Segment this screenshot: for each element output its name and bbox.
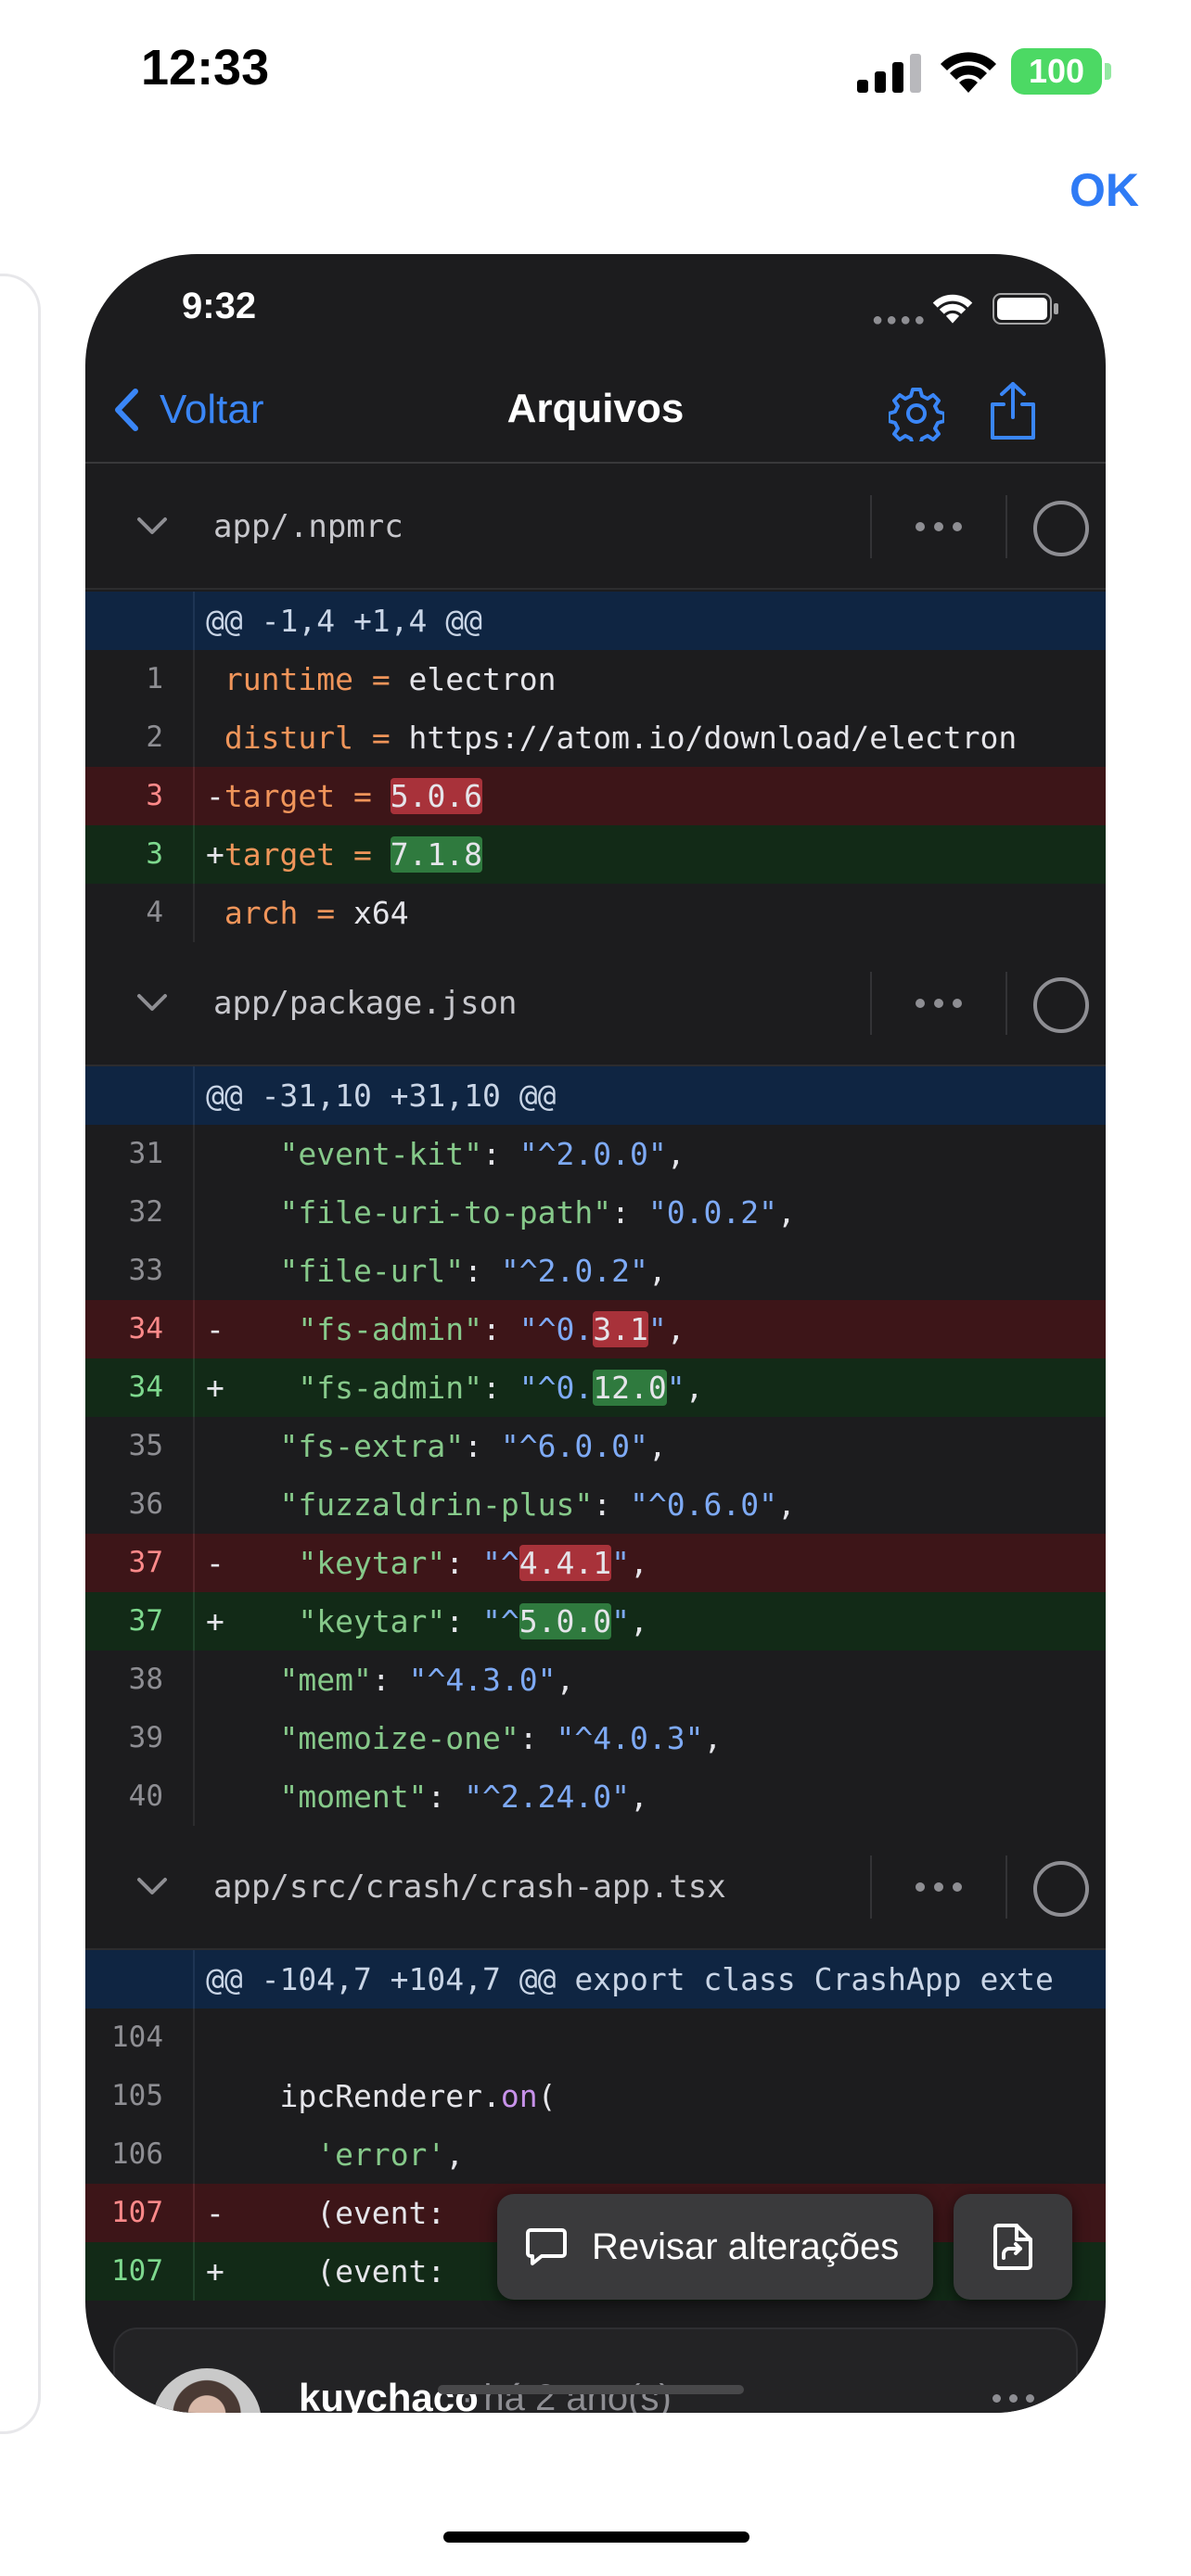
more-options-icon[interactable] [902,985,976,1022]
signal-dots-icon: ●●●● [872,310,928,330]
code-line: 2 disturl = https://atom.io/download/ele… [85,708,1106,767]
comment-icon [526,2228,567,2265]
review-changes-button[interactable]: Revisar alterações [497,2194,933,2300]
avatar[interactable] [152,2368,262,2413]
more-options-icon[interactable] [902,1868,976,1906]
deleted-line: 34- "fs-admin": "^0.3.1", [85,1300,1106,1358]
mark-viewed-checkbox[interactable] [1033,977,1089,1033]
app-screenshot: 9:32 ●●●● Voltar Arquivos app/.npmrc @@ … [85,254,1106,2413]
chevron-down-icon[interactable] [134,988,171,1016]
code-line: 39 "memoize-one": "^4.0.3", [85,1709,1106,1767]
deleted-line: 3 -target = 5.0.6 [85,767,1106,825]
line-number: 107 [85,2184,195,2242]
file-path: app/package.json [213,985,518,1022]
code-line: 33 "file-url": "^2.0.2", [85,1242,1106,1300]
line-number: 37 [85,1592,195,1651]
code-line: 106 'error', [85,2125,1106,2184]
line-number: 34 [85,1300,195,1358]
file-header-package-json[interactable]: app/package.json [85,942,1106,1066]
battery-icon: 100 [1011,48,1113,95]
added-line: 37 + "keytar": "^5.0.0", [85,1592,1106,1651]
cellular-signal-icon [857,54,921,93]
code-line: 38 "mem": "^4.3.0", [85,1651,1106,1709]
line-number: 31 [85,1125,195,1183]
line-number: 33 [85,1242,195,1300]
more-options-icon[interactable] [992,2394,1034,2403]
added-line: 3 +target = 7.1.8 [85,825,1106,884]
line-number: 39 [85,1709,195,1767]
file-header-npmrc[interactable]: app/.npmrc [85,465,1106,590]
line-number: 3 [85,767,195,825]
navigation-bar: Voltar Arquivos [85,356,1106,464]
inner-home-indicator [438,2385,744,2394]
page-title: Arquivos [506,386,685,431]
gear-icon[interactable] [889,386,944,441]
comment-author[interactable]: kuychaco [299,2376,479,2413]
hunk-text: @@ -104,7 +104,7 @@ export class CrashAp… [206,1961,1054,1997]
line-number: 3 [85,825,195,884]
status-bar: 12:33 100 [0,0,1191,139]
line-number: 38 [85,1651,195,1709]
code-line: 104 [85,2009,1106,2067]
home-indicator [443,2531,749,2543]
battery-level: 100 [1011,48,1102,95]
code-line: 1 runtime = electron [85,650,1106,708]
added-line: 34 + "fs-admin": "^0.12.0", [85,1358,1106,1417]
line-number: 37 [85,1534,195,1592]
line-number: 1 [85,650,195,708]
code-line: 31 "event-kit": "^2.0.0", [85,1125,1106,1183]
inner-wifi-icon [932,294,973,324]
code-line: 32 "file-uri-to-path": "0.0.2", [85,1183,1106,1242]
line-number: 2 [85,708,195,767]
line-number: 35 [85,1417,195,1475]
line-number: 106 [85,2125,195,2184]
ok-button[interactable]: OK [1069,163,1139,217]
chevron-down-icon[interactable] [134,512,171,540]
mark-viewed-checkbox[interactable] [1033,1861,1089,1917]
file-export-icon [993,2224,1032,2270]
more-options-icon[interactable] [902,508,976,545]
line-number: 4 [85,884,195,942]
wifi-icon [941,52,996,93]
comment-card[interactable]: kuychaco · há 2 ano(s) [113,2327,1078,2413]
code-line: 40 "moment": "^2.24.0", [85,1767,1106,1826]
inner-status-bar: 9:32 ●●●● [85,254,1106,356]
file-path: app/src/crash/crash-app.tsx [213,1868,726,1906]
line-number: 36 [85,1475,195,1534]
hunk-header: @@ -1,4 +1,4 @@ [85,592,1106,650]
inner-battery-icon [992,293,1058,325]
hunk-header: @@ -31,10 +31,10 @@ [85,1066,1106,1125]
code-line: 4 arch = x64 [85,884,1106,942]
share-icon[interactable] [985,380,1041,441]
line-number: 32 [85,1183,195,1242]
review-changes-label: Revisar alterações [592,2225,900,2267]
background-card: ve [0,274,41,2434]
hunk-text: @@ -31,10 +31,10 @@ [206,1078,557,1114]
deleted-line: 37- "keytar": "^4.4.1", [85,1534,1106,1592]
code-line: 35 "fs-extra": "^6.0.0", [85,1417,1106,1475]
line-number: 40 [85,1767,195,1826]
file-path: app/.npmrc [213,508,403,545]
inner-status-time: 9:32 [182,286,257,326]
apply-suggestion-button[interactable] [954,2194,1072,2300]
status-time: 12:33 [141,40,270,96]
chevron-down-icon[interactable] [134,1872,171,1900]
line-number: 34 [85,1358,195,1417]
code-line: 36 "fuzzaldrin-plus": "^0.6.0", [85,1475,1106,1534]
file-header-crash-app[interactable]: app/src/crash/crash-app.tsx [85,1826,1106,1950]
comment-time: · há 2 ano(s) [461,2378,672,2413]
line-number: 105 [85,2067,195,2125]
line-number: 104 [85,2009,195,2067]
hunk-header: @@ -104,7 +104,7 @@ export class CrashAp… [85,1950,1106,2009]
line-number: 107 [85,2242,195,2301]
mark-viewed-checkbox[interactable] [1033,501,1089,556]
hunk-text: @@ -1,4 +1,4 @@ [206,603,483,639]
code-line: 105 ipcRenderer.on( [85,2067,1106,2125]
